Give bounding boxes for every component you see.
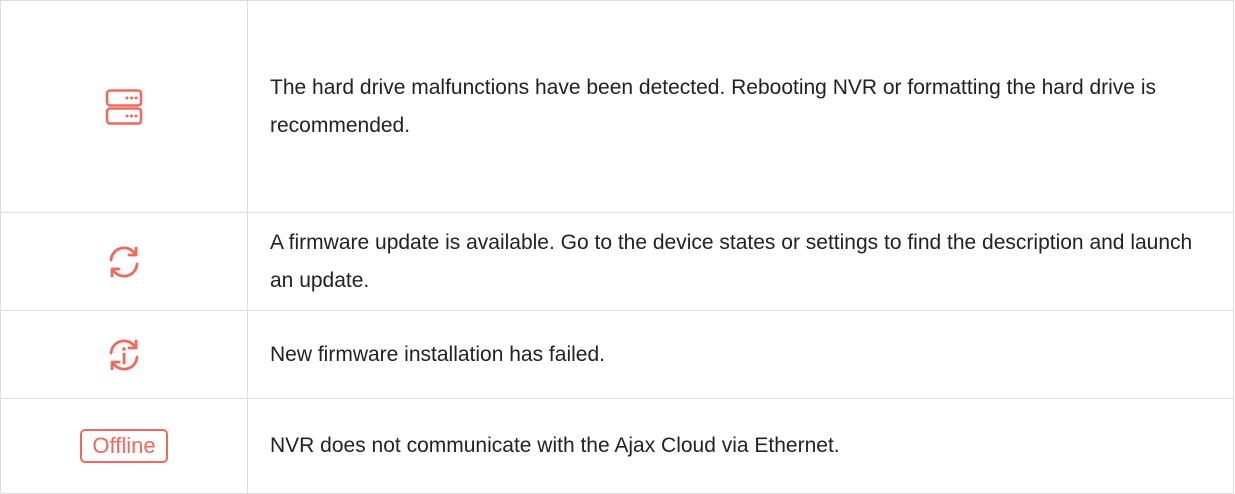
icon-cell bbox=[1, 1, 248, 212]
icon-cell bbox=[1, 213, 248, 310]
update-failed-icon bbox=[105, 336, 143, 374]
offline-badge: Offline bbox=[80, 429, 168, 463]
refresh-icon bbox=[105, 243, 143, 281]
row-description: New firmware installation has failed. bbox=[270, 342, 605, 366]
hard-drive-icon bbox=[104, 87, 144, 127]
row-description: NVR does not communicate with the Ajax C… bbox=[270, 434, 840, 457]
description-cell: NVR does not communicate with the Ajax C… bbox=[248, 399, 1234, 493]
states-table: The hard drive malfunctions have been de… bbox=[0, 0, 1234, 494]
description-cell: A firmware update is available. Go to th… bbox=[248, 213, 1234, 310]
row-description: A firmware update is available. Go to th… bbox=[270, 230, 1193, 292]
icon-cell bbox=[1, 311, 248, 398]
description-cell: New firmware installation has failed. bbox=[248, 311, 1234, 398]
icon-cell: Offline bbox=[1, 399, 248, 493]
table-row: New firmware installation has failed. bbox=[1, 311, 1234, 399]
table-row: The hard drive malfunctions have been de… bbox=[1, 1, 1234, 213]
row-description: The hard drive malfunctions have been de… bbox=[270, 75, 1156, 137]
table-row: A firmware update is available. Go to th… bbox=[1, 213, 1234, 311]
description-cell: The hard drive malfunctions have been de… bbox=[248, 1, 1234, 212]
table-row: Offline NVR does not communicate with th… bbox=[1, 399, 1234, 494]
